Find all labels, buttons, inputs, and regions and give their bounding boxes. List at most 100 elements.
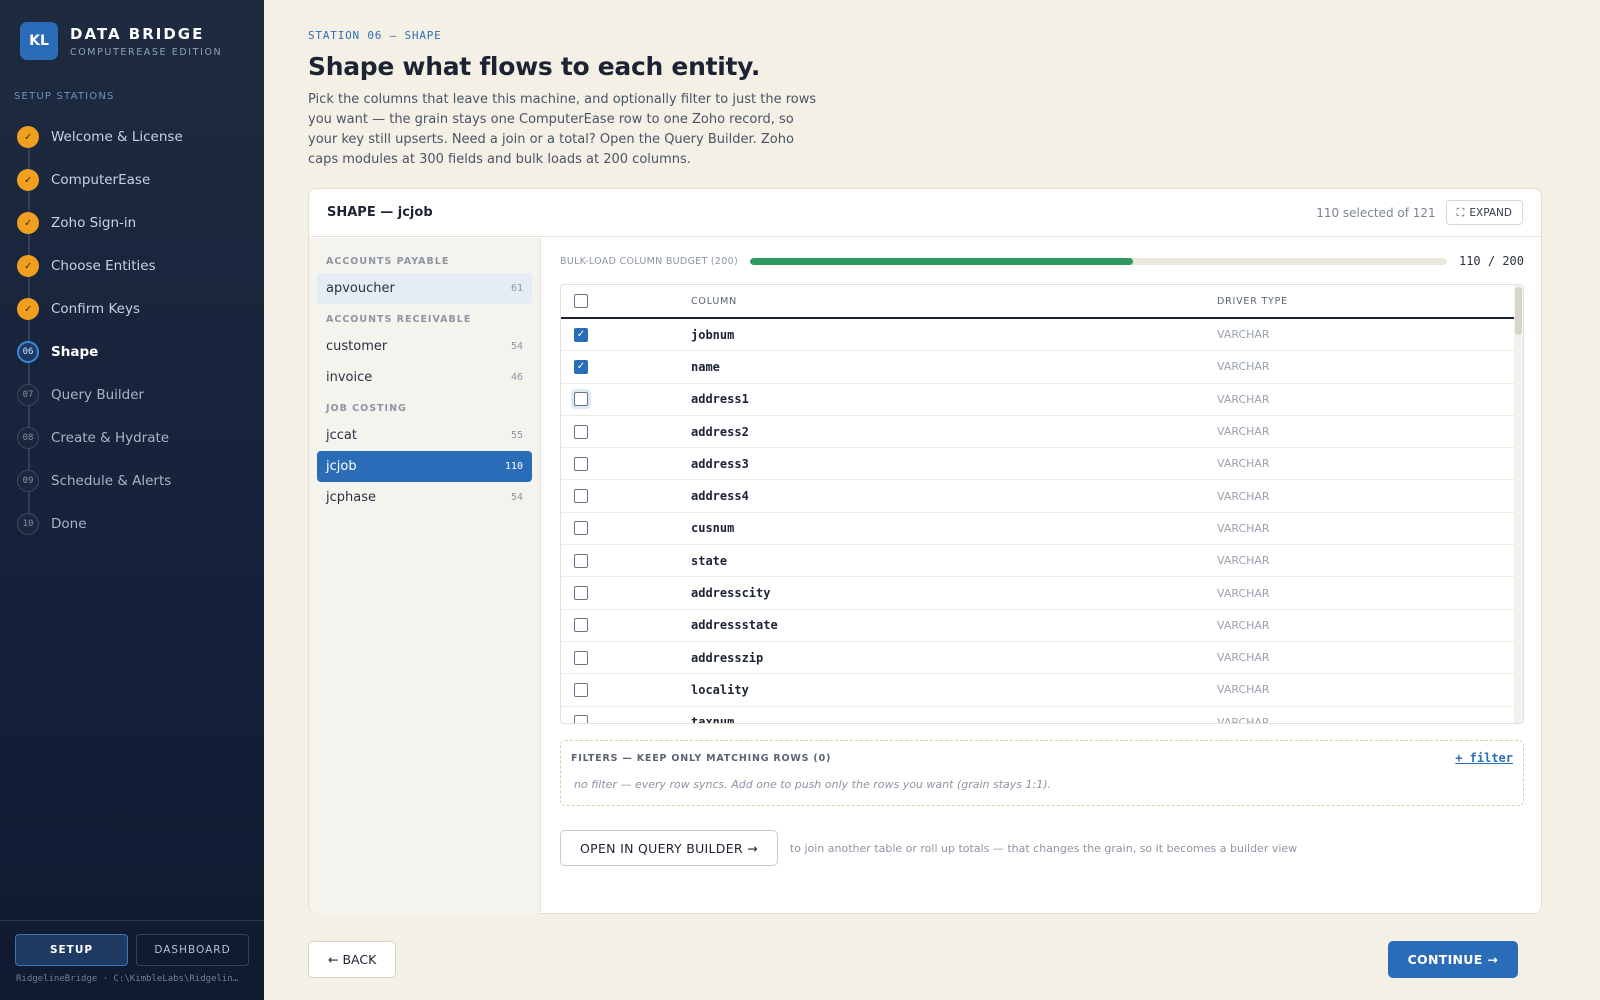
column-checkbox[interactable] (574, 618, 588, 633)
sidebar-step-10[interactable]: 10 Done (17, 502, 257, 545)
add-filter-link[interactable]: + filter (1455, 751, 1513, 765)
column-checkbox[interactable] (574, 650, 588, 665)
entity-column-count: 61 (510, 283, 523, 294)
scrollbar-thumb[interactable] (1515, 287, 1522, 335)
entity-item-customer[interactable]: customer 54 (317, 331, 532, 362)
query-builder-row: OPEN IN QUERY BUILDER → to join another … (560, 830, 1297, 866)
table-row: addresscity VARCHAR (561, 577, 1514, 610)
entity-item-jcjob[interactable]: jcjob 110 (317, 451, 532, 482)
check-icon: ✓ (17, 125, 39, 148)
driver-type: VARCHAR (1217, 651, 1270, 665)
column-checkbox[interactable] (574, 456, 588, 471)
columns-table: COLUMN DRIVER TYPE ✓ jobnum VARCHAR ✓ name VA… (560, 284, 1524, 724)
check-icon: ✓ (17, 254, 39, 277)
row-check-cell (561, 456, 691, 471)
table-row: ✓ jobnum VARCHAR (561, 319, 1514, 352)
column-checkbox[interactable] (574, 586, 588, 601)
entity-item-jccat[interactable]: jccat 55 (317, 420, 532, 451)
sidebar-step-2[interactable]: ✓ ComputerEase (17, 158, 257, 201)
table-row: taxnum VARCHAR (561, 707, 1514, 723)
table-row: state VARCHAR (561, 545, 1514, 578)
sidebar-step-4[interactable]: ✓ Choose Entities (17, 244, 257, 287)
entity-item-apvoucher[interactable]: apvoucher 61 (317, 273, 532, 304)
driver-type: VARCHAR (1217, 360, 1270, 374)
table-row: cusnum VARCHAR (561, 513, 1514, 546)
dashboard-mode-button[interactable]: DASHBOARD (136, 934, 249, 966)
column-checkbox[interactable]: ✓ (574, 327, 588, 342)
entity-column-count: 55 (510, 430, 523, 441)
row-check-cell: ✓ (561, 359, 691, 374)
table-row: addressstate VARCHAR (561, 610, 1514, 642)
sidebar-step-6[interactable]: 06 Shape (17, 330, 257, 373)
sidebar-step-9[interactable]: 09 Schedule & Alerts (17, 459, 257, 502)
step-label: Done (51, 515, 87, 532)
entity-name: invoice (326, 370, 373, 385)
filters-empty-text: no filter — every row syncs. Add one to … (574, 778, 1051, 791)
table-scrollbar[interactable] (1514, 285, 1523, 723)
column-checkbox[interactable] (574, 553, 588, 568)
query-builder-hint: to join another table or roll up totals … (789, 841, 1298, 855)
column-checkbox[interactable] (574, 424, 588, 439)
row-check-cell (561, 489, 691, 504)
brand: KL DATA BRIDGE COMPUTEREASE EDITION (20, 22, 222, 60)
row-check-cell (561, 553, 691, 568)
setup-steps: ✓ Welcome & License ✓ ComputerEase ✓ Zoho Sig… (17, 115, 257, 545)
column-name: addresscity (691, 586, 771, 601)
table-row: locality VARCHAR (561, 674, 1514, 707)
column-checkbox[interactable]: ✓ (574, 359, 588, 374)
setup-mode-button[interactable]: SETUP (15, 934, 128, 966)
column-checkbox[interactable] (574, 715, 588, 723)
sidebar-step-3[interactable]: ✓ Zoho Sign-in (17, 201, 257, 244)
budget-track (749, 257, 1447, 265)
entity-column-count: 54 (510, 341, 523, 352)
driver-type: VARCHAR (1217, 618, 1270, 632)
column-name: cusnum (691, 521, 735, 536)
step-label: Welcome & License (51, 128, 183, 145)
column-checkbox[interactable] (574, 682, 588, 697)
open-query-builder-button[interactable]: OPEN IN QUERY BUILDER → (560, 830, 778, 866)
driver-type: VARCHAR (1217, 521, 1270, 535)
entity-item-invoice[interactable]: invoice 46 (317, 362, 532, 393)
brand-title: DATA BRIDGE (70, 24, 205, 43)
column-name: locality (691, 682, 749, 697)
column-name: addressstate (691, 618, 778, 633)
column-checkbox[interactable] (574, 392, 588, 407)
select-all-checkbox[interactable] (574, 294, 588, 308)
continue-button[interactable]: CONTINUE → (1387, 941, 1518, 978)
table-row: address3 VARCHAR (561, 448, 1514, 481)
step-label: Shape (51, 343, 99, 360)
column-header: COLUMN (691, 295, 737, 307)
column-checkbox[interactable] (574, 521, 588, 536)
entity-column-count: 54 (510, 492, 523, 503)
page-title: Shape what flows to each entity. (308, 52, 761, 81)
entity-column-count: 110 (504, 461, 523, 472)
check-icon: ✓ (17, 211, 39, 234)
sidebar-step-1[interactable]: ✓ Welcome & License (17, 115, 257, 158)
step-number: 09 (17, 469, 39, 492)
step-label: ComputerEase (51, 171, 151, 188)
table-row: ✓ name VARCHAR (561, 351, 1514, 384)
entity-name: jccat (326, 428, 357, 443)
column-checkbox[interactable] (574, 489, 588, 504)
expand-label: EXPAND (1469, 206, 1512, 219)
table-body: ✓ jobnum VARCHAR ✓ name VARCHAR address1 VARCHA… (561, 319, 1523, 723)
shape-card: SHAPE — jcjob 110 selected of 121 ⛶ EXPA… (308, 188, 1542, 914)
entity-item-jcphase[interactable]: jcphase 54 (317, 482, 532, 513)
install-path: RidgelineBridge · C:\KimbleLabs\Ridgelin… (16, 974, 239, 984)
sidebar-step-7[interactable]: 07 Query Builder (17, 373, 257, 416)
entity-column-count: 46 (510, 372, 523, 383)
column-name: address3 (691, 456, 749, 471)
sidebar-step-8[interactable]: 08 Create & Hydrate (17, 416, 257, 459)
row-check-cell (561, 424, 691, 439)
entity-group-label: ACCOUNTS RECEIVABLE (326, 314, 472, 325)
brand-logo: KL (20, 22, 58, 60)
sidebar-footer: SETUP DASHBOARD RidgelineBridge · C:\Kim… (0, 920, 264, 984)
step-label: Choose Entities (51, 257, 156, 274)
column-name: jobnum (691, 327, 735, 342)
back-button[interactable]: ← BACK (308, 941, 397, 978)
sidebar-step-5[interactable]: ✓ Confirm Keys (17, 287, 257, 330)
expand-button[interactable]: ⛶ EXPAND (1445, 200, 1523, 225)
step-label: Create & Hydrate (51, 429, 170, 446)
row-check-cell (561, 618, 691, 633)
driver-type: VARCHAR (1217, 425, 1270, 439)
